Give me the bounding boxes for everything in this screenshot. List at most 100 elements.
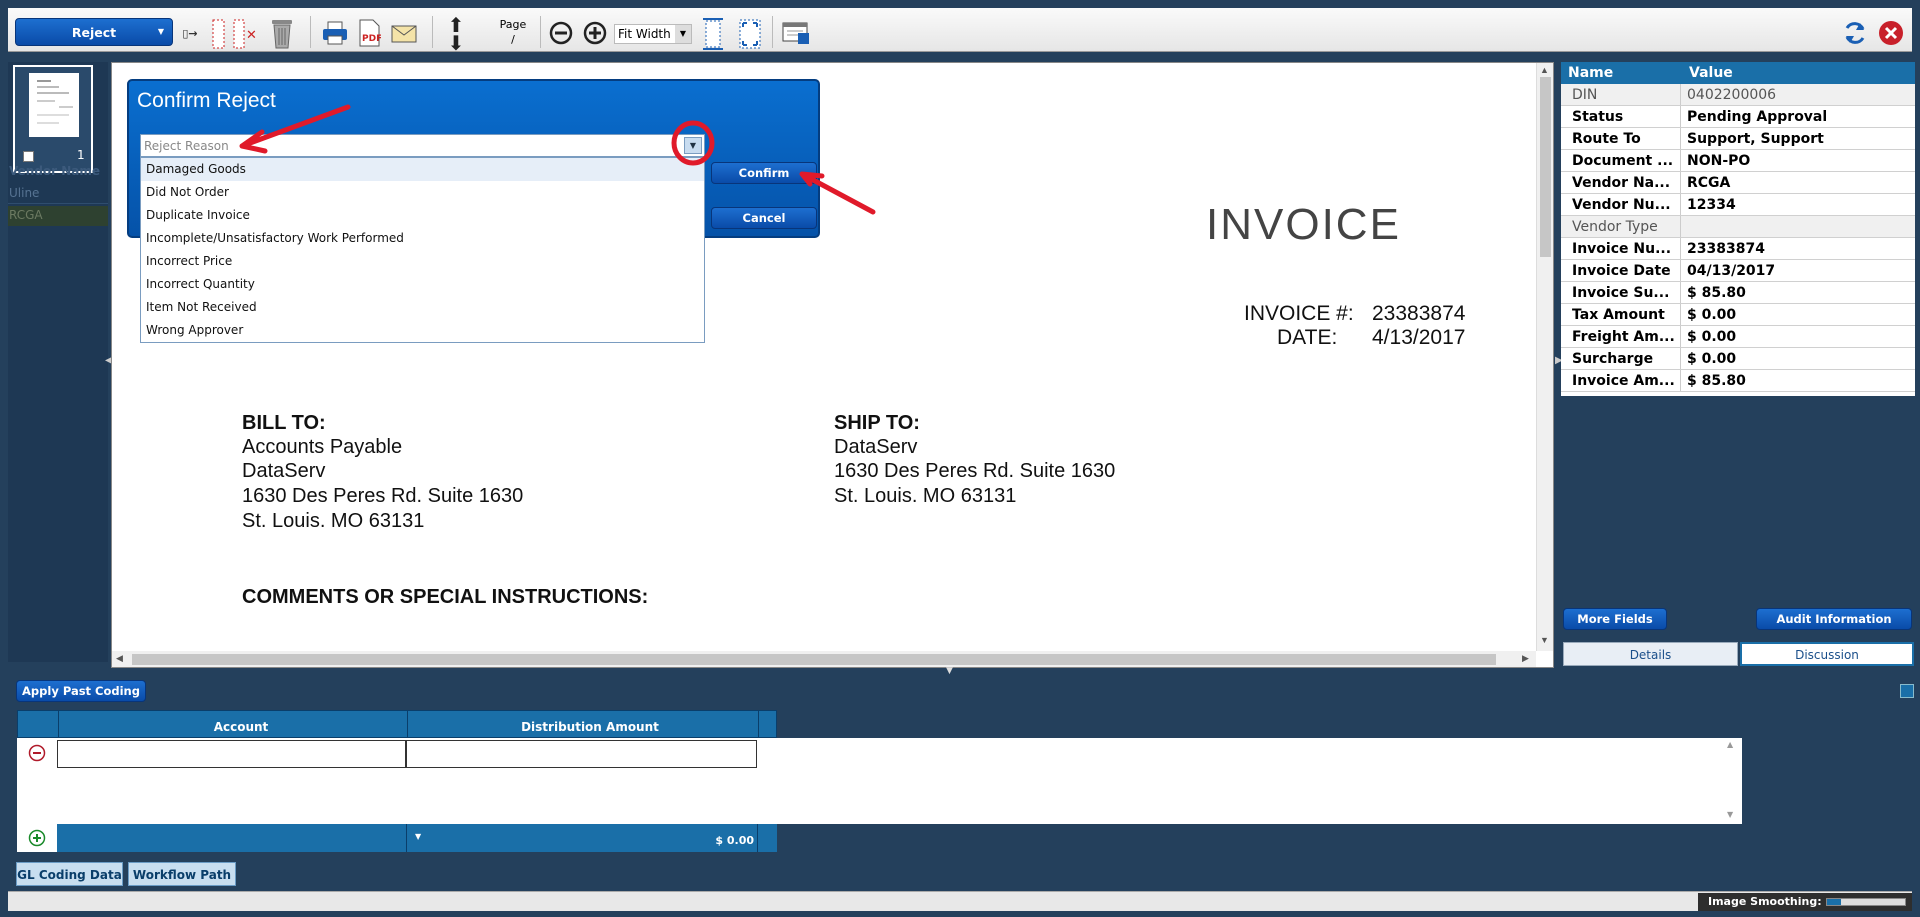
reject-reason-option[interactable]: Wrong Approver — [141, 319, 704, 342]
fit-height-icon[interactable] — [700, 16, 726, 52]
splitter-handle[interactable]: ▼ — [946, 667, 962, 676]
add-row-icon[interactable] — [17, 824, 57, 852]
reject-reason-option[interactable]: Duplicate Invoice — [141, 204, 704, 227]
field-row[interactable]: Vendor Type — [1561, 216, 1915, 238]
reject-reason-option[interactable]: Damaged Goods — [141, 158, 704, 181]
reject-reason-list: Damaged Goods Did Not Order Duplicate In… — [140, 157, 705, 343]
page-nav-arrows-icon[interactable]: ⬆ ⬇ — [445, 14, 467, 54]
image-smoothing-slider[interactable] — [1826, 898, 1906, 906]
field-row[interactable]: Route To Support, Support — [1561, 128, 1915, 150]
pdf-icon[interactable]: PDF — [354, 18, 384, 48]
horizontal-scroll-thumb[interactable] — [132, 654, 1496, 665]
tab-details[interactable]: Details — [1563, 642, 1738, 666]
field-row[interactable]: Document ... NON-PO — [1561, 150, 1915, 172]
image-smoothing-control: Image Smoothing: — [1698, 893, 1912, 911]
scroll-up-icon[interactable]: ▲ — [1540, 65, 1549, 75]
confirm-button[interactable]: Confirm — [711, 162, 817, 184]
field-value: NON-PO — [1687, 153, 1751, 169]
field-row[interactable]: Invoice Date 04/13/2017 — [1561, 260, 1915, 282]
field-name: Invoice Date — [1561, 260, 1681, 281]
vendor-list-item[interactable]: Uline — [8, 184, 108, 204]
tab-workflow-path[interactable]: Workflow Path — [128, 862, 236, 886]
scroll-right-icon[interactable]: ▶ — [1522, 653, 1529, 664]
field-name: Vendor Type — [1561, 216, 1681, 237]
chevron-down-icon: ▼ — [675, 25, 691, 43]
field-row[interactable]: Vendor Nu... 12334 — [1561, 194, 1915, 216]
field-name: Route To — [1561, 128, 1681, 149]
reject-action-label: Reject — [71, 24, 117, 40]
reject-reason-option[interactable]: Incomplete/Unsatisfactory Work Performed — [141, 227, 704, 250]
more-fields-button[interactable]: More Fields — [1563, 608, 1667, 630]
close-icon[interactable] — [1876, 18, 1906, 48]
vertical-scrollbar[interactable]: ▲ ▼ — [1536, 63, 1553, 651]
email-icon[interactable] — [389, 18, 419, 48]
popout-icon[interactable] — [1900, 684, 1914, 698]
scroll-down-icon[interactable]: ▼ — [1540, 635, 1549, 645]
fields-header: Name Value — [1561, 62, 1915, 84]
tab-discussion[interactable]: Discussion — [1740, 642, 1914, 666]
scroll-up-icon[interactable]: ▲ — [1727, 740, 1733, 749]
field-row[interactable]: DIN 0402200006 — [1561, 84, 1915, 106]
fields-panel: Name Value DIN 0402200006 Status Pending Ap… — [1561, 62, 1915, 668]
field-name: Invoice Am... — [1561, 370, 1681, 391]
field-row[interactable]: Status Pending Approval — [1561, 106, 1915, 128]
save-layout-icon[interactable] — [780, 18, 812, 48]
field-row[interactable]: Tax Amount $ 0.00 — [1561, 304, 1915, 326]
trash-icon[interactable] — [267, 16, 297, 50]
thumbnail-checkbox[interactable] — [23, 151, 34, 162]
chevron-down-icon[interactable]: ▼ — [415, 832, 421, 841]
tab-gl-coding-data[interactable]: GL Coding Data — [16, 862, 123, 886]
reject-reason-option[interactable]: Incorrect Quantity — [141, 273, 704, 296]
refresh-icon[interactable] — [1840, 18, 1870, 48]
page-thumbnail[interactable]: 1 — [13, 65, 93, 173]
confirm-label: Confirm — [738, 166, 790, 180]
cancel-button[interactable]: Cancel — [711, 207, 817, 229]
field-row[interactable]: Surcharge $ 0.00 — [1561, 348, 1915, 370]
field-row[interactable]: Vendor Na... RCGA — [1561, 172, 1915, 194]
reject-reason-option[interactable]: Item Not Received — [141, 296, 704, 319]
invoice-number-label: INVOICE #: — [1244, 302, 1354, 325]
page-indicator[interactable]: Page / — [488, 18, 538, 52]
horizontal-scrollbar[interactable]: ◀ ▶ — [112, 651, 1536, 667]
column-distribution-amount[interactable]: Distribution Amount — [407, 720, 773, 734]
reject-reason-option[interactable]: Did Not Order — [141, 181, 704, 204]
chevron-down-icon[interactable]: ▼ — [684, 137, 702, 154]
scroll-left-icon[interactable]: ◀ — [116, 653, 123, 664]
vendor-list-item[interactable]: RCGA — [8, 206, 108, 226]
fit-page-icon[interactable] — [736, 16, 764, 52]
zoom-out-icon[interactable] — [549, 21, 573, 45]
tab-workflow-path-label: Workflow Path — [132, 868, 232, 882]
split-pages-icon[interactable] — [209, 18, 229, 50]
vertical-scroll-thumb[interactable] — [1540, 77, 1551, 257]
reject-action-dropdown[interactable]: Reject ▼ — [15, 18, 173, 46]
bill-to-line: DataServ — [242, 460, 326, 482]
audit-information-button[interactable]: Audit Information — [1756, 608, 1912, 630]
tab-details-label: Details — [1629, 648, 1672, 662]
route-forward-icon[interactable]: ▯→ — [176, 22, 204, 44]
remove-row-icon[interactable] — [27, 743, 47, 763]
reject-reason-option[interactable]: Incorrect Price — [141, 250, 704, 273]
field-row[interactable]: Freight Am... $ 0.00 — [1561, 326, 1915, 348]
scroll-down-icon[interactable]: ▼ — [1727, 810, 1733, 819]
account-input[interactable] — [57, 740, 406, 768]
print-icon[interactable] — [320, 18, 350, 48]
field-row[interactable]: Invoice Nu... 23383874 — [1561, 238, 1915, 260]
field-row[interactable]: Invoice Su... $ 85.80 — [1561, 282, 1915, 304]
toolbar-separator — [772, 16, 773, 48]
field-value: Pending Approval — [1687, 109, 1828, 125]
zoom-in-icon[interactable] — [583, 21, 607, 45]
zoom-select[interactable]: Fit Width ▼ — [614, 24, 692, 44]
field-row[interactable]: Invoice Am... $ 85.80 — [1561, 370, 1915, 392]
invoice-date-label: DATE: — [1277, 326, 1338, 349]
distribution-amount-input[interactable] — [406, 740, 757, 768]
delete-page-icon[interactable]: ✕ — [232, 18, 262, 50]
reject-reason-select[interactable]: Reject Reason ▼ — [140, 134, 705, 157]
apply-past-coding-button[interactable]: Apply Past Coding — [16, 680, 146, 702]
field-name: DIN — [1561, 84, 1681, 105]
ship-to-line: 1630 Des Peres Rd. Suite 1630 — [834, 460, 1116, 482]
audit-information-label: Audit Information — [1776, 612, 1892, 626]
field-value: 23383874 — [1687, 241, 1765, 257]
grid-scrollbar[interactable]: ▲ ▼ — [1724, 740, 1738, 822]
field-value: 0402200006 — [1681, 84, 1915, 105]
column-account[interactable]: Account — [58, 720, 424, 734]
